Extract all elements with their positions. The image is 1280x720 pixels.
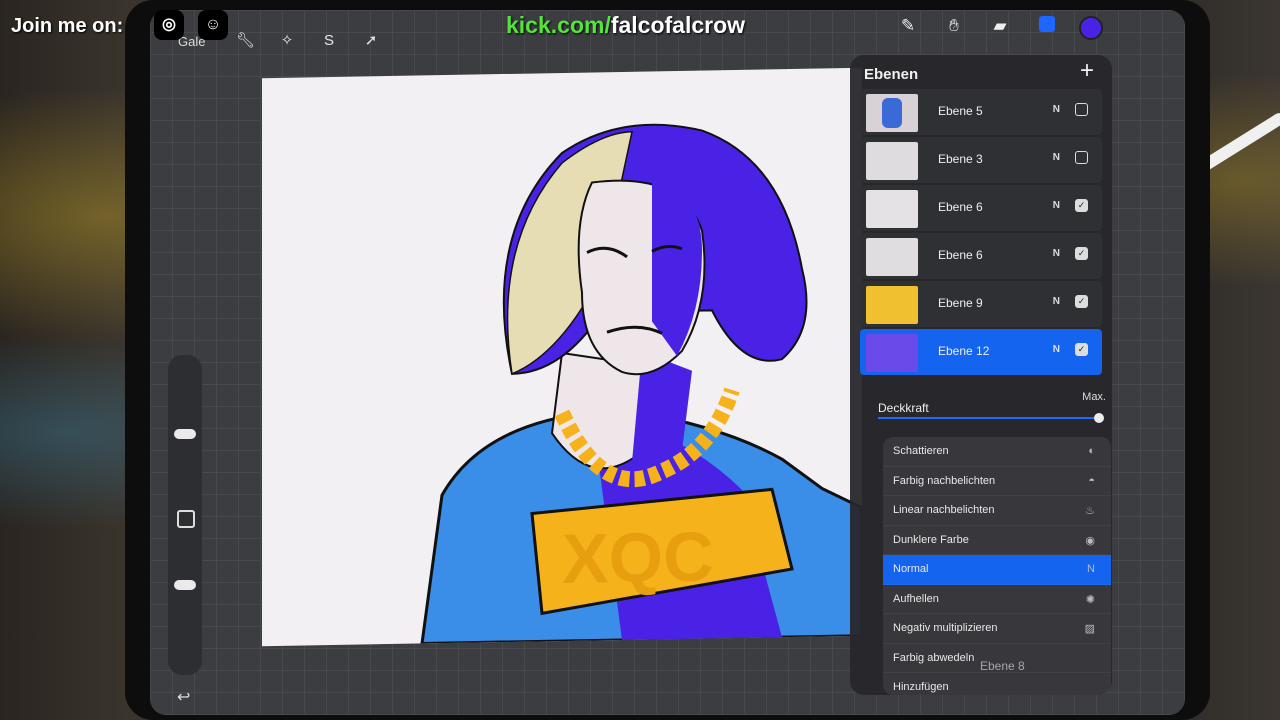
opacity-value: Max.	[1082, 391, 1106, 403]
blend-mode-label: Negativ multiplizieren	[893, 622, 998, 634]
magic-wand-icon[interactable]: ✧	[278, 32, 296, 50]
blend-mode-label: Normal	[893, 563, 929, 575]
instagram-icon[interactable]: ◎	[154, 10, 184, 40]
blend-mode-icon: ◐	[1088, 445, 1095, 457]
blend-mode-label: Farbig nachbelichten	[893, 474, 996, 487]
layer-name: Ebene 6	[938, 200, 983, 214]
layer-thumbnail	[866, 190, 918, 228]
layer-name: Ebene 12	[938, 344, 990, 358]
layer-thumbnail	[866, 94, 918, 132]
procreate-screen: Gale 🔧︎ ✧ S ➚ ✎ ✋︎ ▰ ↩ XQC Ebenen + Eben…	[150, 10, 1185, 715]
brush-size-slider[interactable]	[174, 429, 196, 439]
layer-row[interactable]: Ebene 5 N	[860, 89, 1102, 135]
opacity-slider-track[interactable]	[878, 417, 1100, 419]
layer-thumbnail	[866, 334, 918, 372]
blend-mode-label: Linear nachbelichten	[893, 504, 995, 516]
layer-row[interactable]: Ebene 3 N	[860, 137, 1102, 183]
transform-arrow-icon[interactable]: ➚	[362, 32, 380, 50]
blend-mode-badge[interactable]: N	[1053, 296, 1060, 307]
layer-row[interactable]: Ebene 9 N ✓	[860, 281, 1102, 327]
blend-mode-icon: ✺	[1085, 593, 1095, 606]
smudge-icon[interactable]: ✋︎	[942, 14, 966, 38]
layers-panel: Ebenen + Ebene 5 N Ebene 3 N Ebene 6 N ✓	[850, 55, 1112, 695]
kick-channel-link[interactable]: kick.com/falcofalcrow	[506, 12, 745, 39]
visibility-checkbox[interactable]: ✓	[1075, 247, 1088, 260]
color-picker[interactable]	[1079, 16, 1103, 40]
drawing-canvas[interactable]: XQC	[262, 67, 862, 647]
opacity-slider[interactable]	[174, 580, 196, 590]
opacity-label: Deckkraft	[878, 401, 929, 415]
blend-mode-item-selected[interactable]: Normal N	[883, 555, 1111, 585]
opacity-control: Deckkraft Max.	[878, 391, 1106, 425]
blend-mode-item[interactable]: Linear nachbelichten ♨	[883, 496, 1111, 526]
blend-mode-item[interactable]: Dunklere Farbe ◉	[883, 526, 1111, 555]
layer-name: Ebene 9	[938, 296, 983, 310]
opacity-slider-knob[interactable]	[1094, 413, 1104, 423]
blend-mode-item[interactable]: Farbig nachbelichten ◓	[883, 467, 1111, 496]
blend-mode-label: Dunklere Farbe	[893, 533, 969, 546]
visibility-checkbox[interactable]	[1075, 103, 1088, 116]
layer-row[interactable]: Ebene 6 N ✓	[860, 185, 1102, 231]
selection-icon[interactable]: S	[320, 32, 338, 50]
layer-thumbnail	[866, 142, 918, 180]
visibility-checkbox[interactable]: ✓	[1075, 295, 1088, 308]
blend-mode-label: Hinzufügen	[893, 681, 949, 693]
blend-mode-badge[interactable]: N	[1053, 344, 1060, 355]
kick-username: falcofalcrow	[610, 12, 746, 38]
svg-text:XQC: XQC	[562, 517, 714, 598]
kick-domain: kick.com/	[506, 12, 611, 38]
blend-mode-icon: N	[1087, 563, 1095, 575]
wrench-icon[interactable]: 🔧︎	[236, 32, 255, 50]
discord-icon[interactable]: ☺	[198, 10, 228, 40]
dragged-layer-ghost: Ebene 8	[980, 659, 1025, 673]
layer-list: Ebene 5 N Ebene 3 N Ebene 6 N ✓ Ebene 6 …	[860, 89, 1102, 377]
blend-mode-icon: ♨	[1085, 505, 1095, 517]
layer-name: Ebene 6	[938, 248, 983, 262]
layer-name: Ebene 3	[938, 152, 983, 166]
blend-mode-badge[interactable]: N	[1053, 200, 1060, 211]
layer-row-selected[interactable]: Ebene 12 N ✓	[860, 329, 1102, 375]
visibility-checkbox[interactable]: ✓	[1075, 199, 1088, 212]
layers-panel-title: Ebenen	[864, 66, 919, 83]
layer-row[interactable]: Ebene 6 N ✓	[860, 233, 1102, 279]
layer-thumbnail	[866, 286, 918, 324]
modify-button[interactable]	[177, 510, 195, 528]
join-me-text: Join me on:	[11, 15, 124, 37]
blend-mode-badge[interactable]: N	[1053, 104, 1060, 115]
blend-mode-label: Farbig abwedeln	[893, 651, 975, 664]
add-layer-button[interactable]: +	[1080, 59, 1094, 83]
blend-mode-badge[interactable]: N	[1053, 152, 1060, 163]
blend-mode-label: Aufhellen	[893, 592, 939, 605]
blend-mode-icon: ▨	[1084, 623, 1095, 635]
undo-icon[interactable]: ↩	[177, 687, 190, 707]
artwork: XQC	[420, 123, 862, 645]
blend-mode-icon: ◉	[1085, 534, 1095, 547]
blend-mode-item[interactable]: Negativ multiplizieren ▨	[883, 614, 1111, 644]
visibility-checkbox[interactable]: ✓	[1075, 343, 1088, 356]
blend-mode-list: Schattieren ◐ Farbig nachbelichten ◓ Linea…	[883, 437, 1111, 695]
blend-mode-item[interactable]: Hinzufügen	[883, 673, 1111, 695]
eraser-icon[interactable]: ▰	[988, 14, 1012, 38]
layer-thumbnail	[866, 238, 918, 276]
blend-mode-icon: ◓	[1088, 474, 1095, 487]
layer-name: Ebene 5	[938, 104, 983, 118]
blend-mode-item[interactable]: Schattieren ◐	[883, 437, 1111, 467]
brush-icon[interactable]: ✎	[896, 14, 920, 38]
blend-mode-item[interactable]: Aufhellen ✺	[883, 585, 1111, 614]
visibility-checkbox[interactable]	[1075, 151, 1088, 164]
blend-mode-label: Schattieren	[893, 445, 949, 457]
blend-mode-badge[interactable]: N	[1053, 248, 1060, 259]
left-sidebar: ↩	[168, 355, 202, 706]
layers-icon[interactable]	[1039, 16, 1055, 32]
